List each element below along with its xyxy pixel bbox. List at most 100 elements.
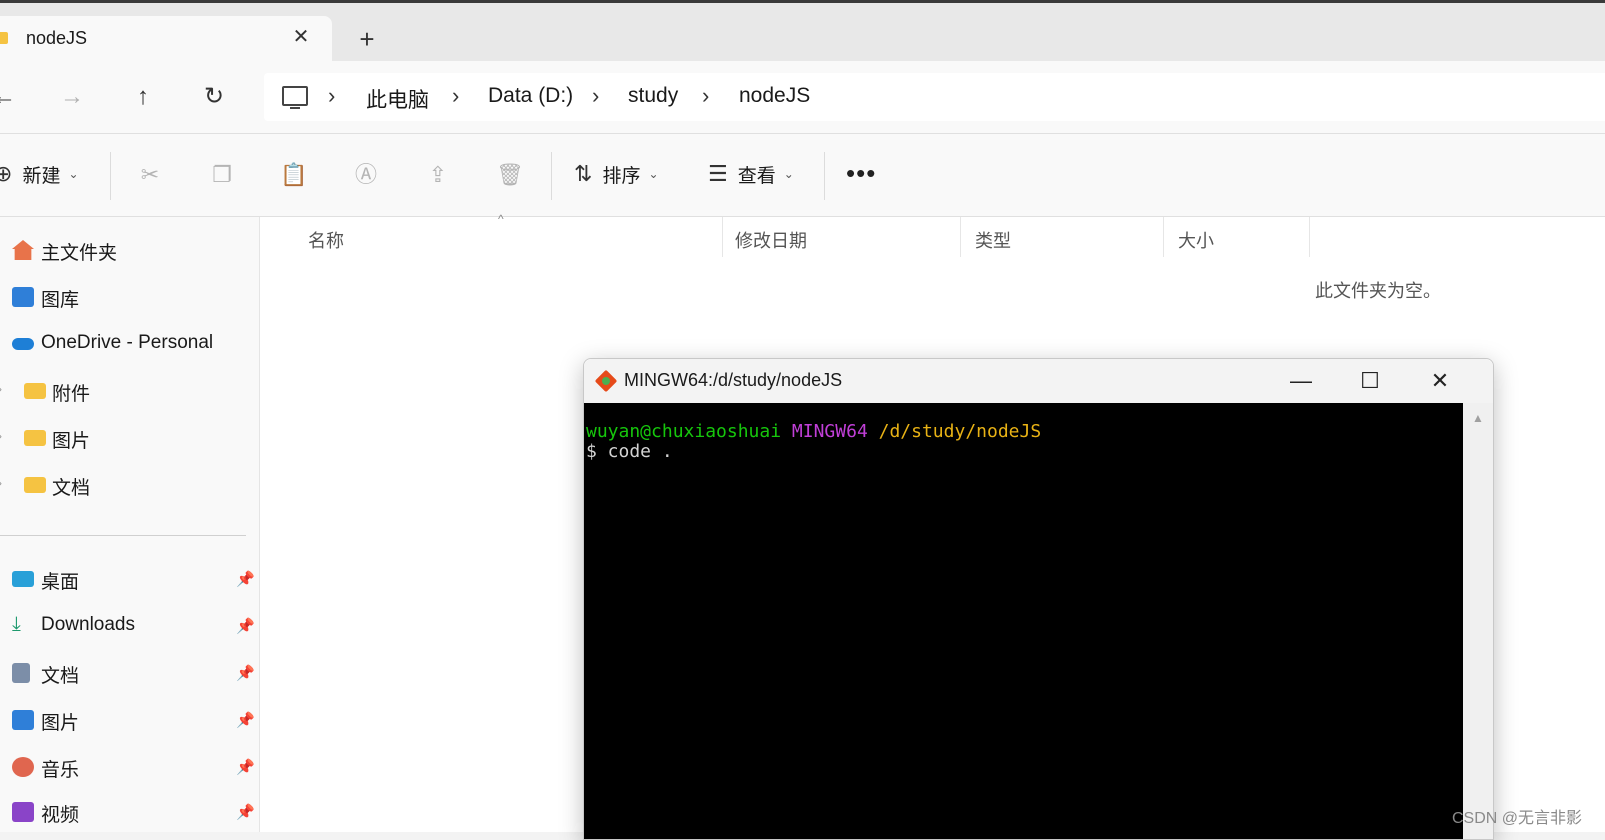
new-tab-button[interactable]: + [352, 25, 382, 55]
refresh-icon[interactable]: ↻ [198, 81, 230, 113]
separator [110, 152, 111, 200]
home-icon [12, 240, 34, 260]
address-bar[interactable]: › 此电脑 › Data (D:) › study › nodeJS [264, 73, 1605, 121]
command-bar: ⊕ 新建 ⌄ ✂ ❐ 📋 Ⓐ ⇪ 🗑 ⇅ 排序 ⌄ ☰ 查看 ⌄ ••• [0, 134, 1605, 217]
column-header-modified[interactable]: 修改日期 [735, 227, 807, 253]
breadcrumb-this-pc[interactable]: 此电脑 [366, 84, 429, 114]
video-icon [12, 802, 34, 822]
close-icon[interactable]: ✕ [1420, 365, 1460, 397]
this-pc-icon[interactable] [282, 86, 308, 109]
column-separator[interactable] [1309, 217, 1310, 257]
gallery-icon [12, 287, 34, 307]
pin-icon[interactable]: 📌 [236, 664, 255, 682]
minimize-icon[interactable]: — [1281, 365, 1321, 397]
sidebar-item-label: 主文件夹 [41, 243, 118, 264]
view-button[interactable]: ☰ 查看 ⌄ [708, 156, 794, 192]
terminal-title-bar[interactable]: MINGW64:/d/study/nodeJS — ☐ ✕ [584, 359, 1493, 403]
terminal-title: MINGW64:/d/study/nodeJS [624, 370, 843, 390]
list-view-icon: ☰ [708, 161, 728, 186]
sidebar-item-gallery[interactable]: 图库 [0, 277, 259, 317]
share-icon[interactable]: ⇪ [423, 160, 453, 190]
document-icon [12, 663, 30, 683]
sort-ascending-icon: ^ [498, 212, 504, 226]
tab-close-icon[interactable]: ✕ [288, 24, 314, 50]
folder-icon [0, 32, 8, 44]
terminal-screen[interactable]: wuyan@chuxiaoshuai MINGW64 /d/study/node… [584, 403, 1463, 839]
sort-icon: ⇅ [574, 161, 593, 186]
terminal-window[interactable]: MINGW64:/d/study/nodeJS — ☐ ✕ wuyan@chux… [583, 358, 1494, 840]
git-logo-icon [594, 369, 618, 393]
pin-icon[interactable]: 📌 [236, 803, 255, 821]
prompt-line: wuyan@chuxiaoshuai MINGW64 /d/study/node… [586, 421, 1041, 442]
column-separator[interactable] [1163, 217, 1164, 257]
breadcrumb-nodejs[interactable]: nodeJS [739, 84, 810, 108]
pin-icon[interactable]: 📌 [236, 711, 255, 729]
cloud-icon [12, 338, 34, 350]
view-label: 查看 [737, 165, 776, 187]
prompt-user-host: wuyan@chuxiaoshuai [586, 421, 782, 442]
copy-icon[interactable]: ❐ [207, 160, 237, 190]
pin-icon[interactable]: 📌 [236, 758, 255, 776]
download-icon: ⤓ [12, 613, 21, 635]
column-separator[interactable] [960, 217, 961, 257]
command-line: $ code . [586, 441, 673, 462]
up-arrow-icon[interactable]: ↑ [127, 81, 159, 113]
sidebar-item-onedrive[interactable]: OneDrive - Personal [0, 324, 259, 364]
chevron-right-icon[interactable]: › [452, 83, 459, 109]
more-options-icon[interactable]: ••• [846, 158, 876, 189]
chevron-right-icon[interactable]: › [702, 83, 709, 109]
sort-button[interactable]: ⇅ 排序 ⌄ [574, 156, 659, 192]
maximize-icon[interactable]: ☐ [1350, 365, 1390, 397]
terminal-scrollbar[interactable]: ▲ [1463, 403, 1493, 839]
new-label: 新建 [22, 165, 61, 187]
sidebar-item-pictures-folder[interactable]: › 图片 [0, 418, 259, 458]
column-header-name[interactable]: 名称 [308, 227, 344, 253]
paste-icon[interactable]: 📋 [279, 160, 309, 190]
back-arrow-icon[interactable]: ← [0, 81, 20, 113]
column-separator[interactable] [722, 217, 723, 257]
forward-arrow-icon[interactable]: → [56, 81, 88, 113]
tab-nodejs[interactable]: nodeJS ✕ [0, 16, 332, 61]
pin-icon[interactable]: 📌 [236, 617, 255, 635]
sidebar-item-label: 文档 [52, 478, 91, 499]
folder-icon [24, 430, 46, 446]
cut-icon[interactable]: ✂ [135, 160, 165, 190]
sidebar-item-label: 文档 [41, 666, 80, 687]
chevron-right-icon[interactable]: › [592, 83, 599, 109]
sidebar-item-videos[interactable]: 视频 📌 [0, 792, 259, 832]
sidebar-item-attachments[interactable]: › 附件 [0, 371, 259, 411]
sidebar-item-label: 图库 [41, 290, 80, 311]
sidebar-item-downloads[interactable]: ⤓ Downloads 📌 [0, 606, 259, 646]
sidebar-item-home[interactable]: 主文件夹 [0, 230, 259, 270]
empty-folder-message: 此文件夹为空。 [1315, 281, 1441, 301]
sidebar-item-documents[interactable]: 文档 📌 [0, 653, 259, 693]
sidebar-item-pictures[interactable]: 图片 📌 [0, 700, 259, 740]
sidebar-item-label: OneDrive - Personal [41, 332, 214, 353]
chevron-right-icon[interactable]: › [328, 83, 335, 109]
tab-strip: nodeJS ✕ + [0, 3, 1605, 61]
chevron-right-icon[interactable]: › [0, 476, 2, 490]
new-button[interactable]: ⊕ 新建 ⌄ [0, 156, 79, 192]
sidebar-item-label: 桌面 [41, 572, 80, 593]
picture-icon [12, 710, 34, 730]
sidebar-item-label: 视频 [41, 805, 80, 826]
sidebar-item-music[interactable]: 音乐 📌 [0, 747, 259, 787]
rename-icon[interactable]: Ⓐ [351, 160, 381, 190]
sidebar-item-label: 图片 [52, 431, 91, 452]
scroll-up-icon[interactable]: ▲ [1472, 411, 1484, 425]
column-header-type[interactable]: 类型 [975, 227, 1011, 253]
chevron-right-icon[interactable]: › [0, 429, 2, 443]
sidebar-item-label: 图片 [41, 713, 80, 734]
chevron-right-icon[interactable]: › [0, 382, 2, 396]
sidebar-item-desktop[interactable]: 桌面 📌 [0, 559, 259, 599]
column-header-size[interactable]: 大小 [1178, 227, 1214, 253]
sidebar-item-documents-folder[interactable]: › 文档 [0, 465, 259, 505]
prompt-env: MINGW64 [791, 421, 868, 442]
music-icon [12, 757, 34, 777]
separator [551, 152, 552, 200]
breadcrumb-data-d[interactable]: Data (D:) [488, 84, 573, 108]
sidebar-divider [0, 535, 246, 536]
delete-icon[interactable]: 🗑 [495, 160, 525, 190]
pin-icon[interactable]: 📌 [236, 570, 255, 588]
breadcrumb-study[interactable]: study [628, 84, 678, 108]
